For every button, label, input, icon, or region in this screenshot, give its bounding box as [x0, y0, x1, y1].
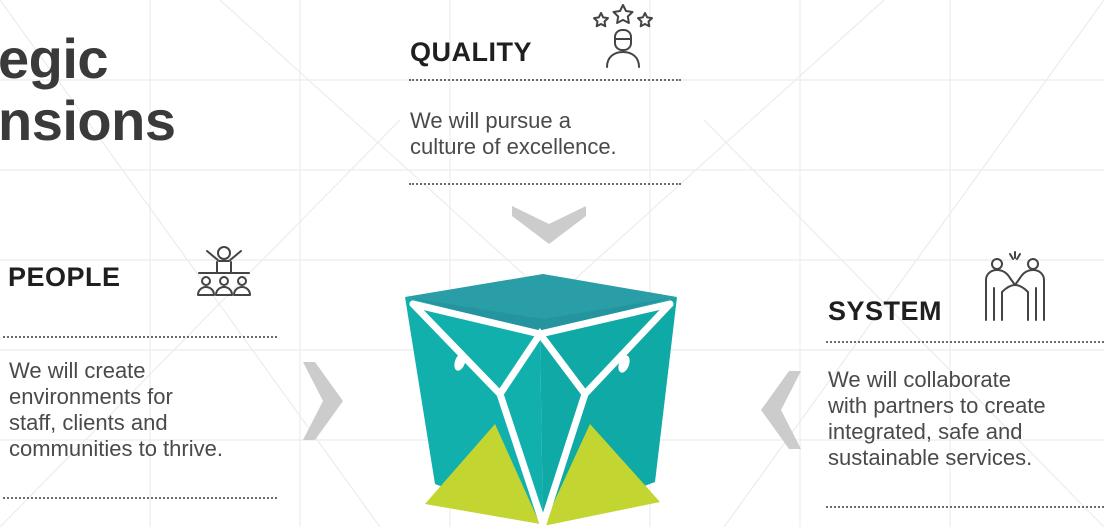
person-with-stars-icon: [587, 3, 659, 69]
system-divider-bottom: [826, 506, 1104, 508]
quality-divider-bottom: [409, 183, 681, 185]
system-text: We will collaborate with partners to cre…: [828, 367, 1046, 470]
cube-logo: [405, 274, 681, 527]
quality-text: We will pursue a culture of excellence.: [410, 108, 617, 159]
people-divider-bottom: [3, 497, 277, 499]
people-embracing-icon: [982, 250, 1048, 324]
quality-heading: QUALITY: [410, 37, 532, 67]
people-divider-top: [3, 336, 277, 338]
page-title: egic nsions: [0, 27, 176, 152]
chevron-right-icon: [303, 362, 343, 440]
system-heading: SYSTEM: [828, 296, 943, 326]
people-heading: PEOPLE: [8, 262, 121, 292]
quality-divider-top: [409, 79, 681, 81]
people-text: We will create environments for staff, c…: [9, 358, 223, 461]
chevron-left-icon: [761, 371, 801, 449]
system-divider-top: [826, 341, 1104, 343]
chevron-down-icon: [512, 206, 586, 244]
group-leader-icon: [193, 243, 255, 301]
